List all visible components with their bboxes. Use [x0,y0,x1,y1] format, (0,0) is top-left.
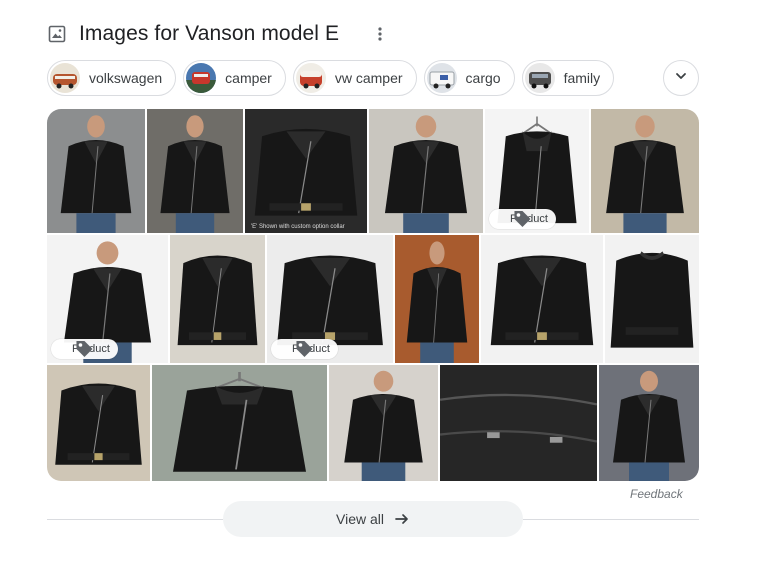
jacket-photo [591,109,699,233]
chip-thumbnail [524,63,555,93]
section-header: Images for Vanson model E [47,20,407,48]
jacket-photo [47,109,145,233]
image-result[interactable]: 'E' Shown with custom option collar [245,109,367,233]
chip-label: family [563,70,601,86]
product-badge: Product [51,339,118,359]
chip-cargo[interactable]: cargo [423,60,515,96]
chip-volkswagen[interactable]: volkswagen [47,60,177,96]
image-result[interactable]: Product [267,235,393,363]
jacket-photo [147,109,243,233]
image-result[interactable]: Product [47,235,168,363]
chip-label: cargo [465,70,501,86]
jacket-photo [440,365,597,481]
chip-thumbnail [295,63,326,93]
jacket-photo [245,109,367,233]
image-result[interactable] [591,109,699,233]
image-result[interactable] [481,235,603,363]
feedback-link[interactable]: Feedback [630,487,683,501]
jacket-photo [369,109,483,233]
section-title: Images for Vanson model E [79,22,340,45]
arrow-right-icon [394,511,410,527]
jacket-photo [329,365,438,481]
jacket-photo [47,365,150,481]
chip-vw-camper[interactable]: vw camper [292,60,417,96]
product-badge: Product [271,339,338,359]
chevron-down-icon [674,69,688,88]
image-result[interactable] [47,365,150,481]
chip-thumbnail [50,63,80,93]
expand-chips-button[interactable] [663,60,699,96]
divider-right [523,519,699,520]
refinement-chips: volkswagen camper vw camper cargo family [47,60,615,96]
image-result[interactable] [170,235,265,363]
image-result[interactable] [395,235,479,363]
jacket-photo [170,235,265,363]
chip-family[interactable]: family [521,60,615,96]
tag-icon [56,341,93,357]
product-badge: Product [489,209,556,229]
chip-label: camper [225,70,272,86]
image-result[interactable]: Product [485,109,589,233]
chip-thumbnail [426,63,457,93]
tag-icon [276,341,313,357]
chip-label: vw camper [334,70,403,86]
jacket-photo [152,365,327,481]
image-icon [47,24,67,44]
view-all-label: View all [336,511,384,527]
image-result[interactable] [147,109,243,233]
jacket-photo [395,235,479,363]
view-all-button[interactable]: View all [223,501,523,537]
image-result[interactable] [440,365,597,481]
tag-icon [494,211,531,227]
image-result[interactable] [605,235,699,363]
image-result[interactable] [369,109,483,233]
chip-label: volkswagen [89,70,163,86]
jacket-photo [605,235,699,363]
image-result[interactable] [47,109,145,233]
image-grid: 'E' Shown with custom option collar Prod… [47,109,699,481]
image-caption: 'E' Shown with custom option collar [251,224,345,230]
chip-thumbnail [186,63,217,93]
divider-left [47,519,223,520]
more-vert-icon[interactable] [370,24,390,44]
image-result[interactable] [152,365,327,481]
jacket-photo [599,365,699,481]
image-result[interactable] [599,365,699,481]
jacket-photo [481,235,603,363]
image-result[interactable] [329,365,438,481]
chip-camper[interactable]: camper [183,60,286,96]
